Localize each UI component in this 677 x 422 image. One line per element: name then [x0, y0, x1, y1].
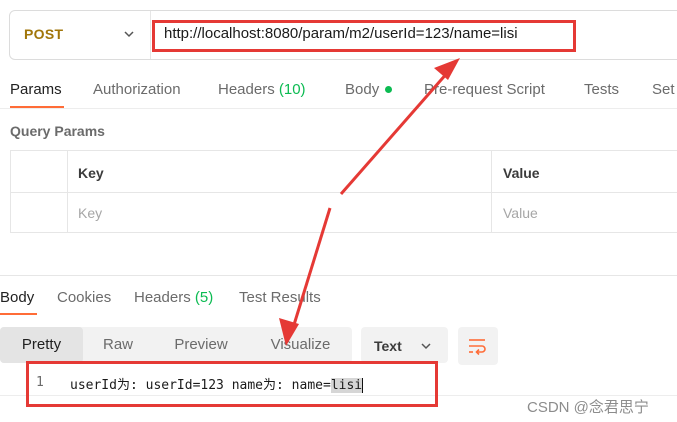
arrow-head-up-icon [434, 58, 460, 80]
arrow-line-down [291, 207, 332, 329]
watermark: CSDN @念君思宁 [527, 399, 649, 416]
annotation-arrows [279, 58, 460, 346]
arrow-line-up [339, 71, 450, 195]
